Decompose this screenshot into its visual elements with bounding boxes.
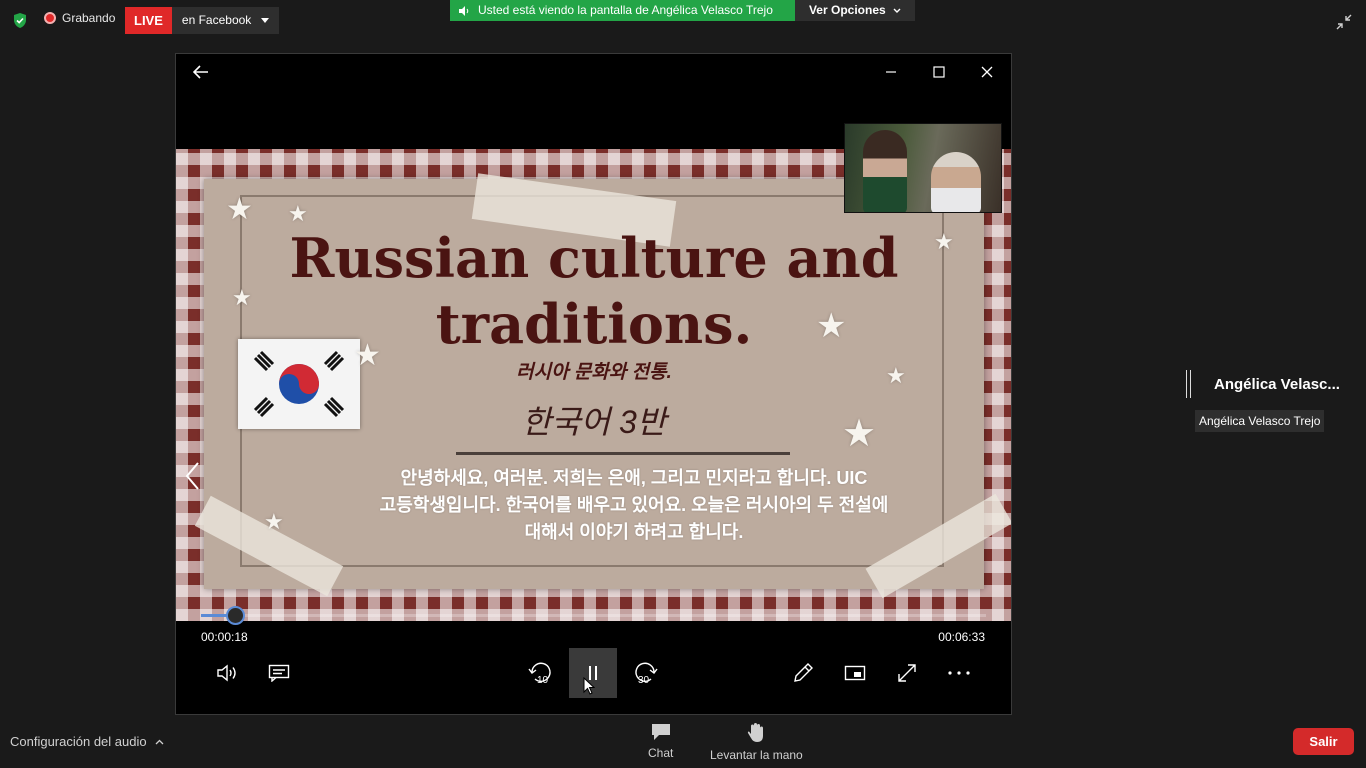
star-decoration: ★ <box>288 201 308 226</box>
slide-body-line2: 고등학생입니다. 한국어를 배우고 있어요. 오늘은 러시아의 두 전설에 <box>379 495 889 515</box>
chat-icon <box>651 724 670 740</box>
speaker-name: Angélica Velasc... <box>1214 376 1340 393</box>
mini-player-icon <box>844 665 866 681</box>
shield-icon[interactable] <box>12 12 28 29</box>
back-arrow-icon <box>193 65 208 79</box>
slide-body-line3: 대해서 이야기 하려고 합니다. <box>524 522 744 542</box>
chevron-up-icon <box>155 739 164 744</box>
previous-slide-icon[interactable] <box>184 461 200 491</box>
draw-button[interactable] <box>779 648 827 698</box>
share-message-text: Usted está viendo la pantalla de Angélic… <box>478 3 773 17</box>
star-decoration: ★ <box>354 339 381 372</box>
chat-label: Chat <box>648 746 674 760</box>
star-decoration: ★ <box>842 413 877 455</box>
live-stream-indicator[interactable]: LIVE en Facebook <box>125 7 280 34</box>
more-options-button[interactable] <box>935 648 983 698</box>
star-decoration: ★ <box>816 307 847 345</box>
slide-body: 안녕하세요, 여러분. 저희는 은애, 그리고 민지라고 합니다. UIC 고등… <box>354 465 914 546</box>
maximize-icon <box>933 66 945 78</box>
live-badge: LIVE <box>125 7 172 34</box>
close-button[interactable] <box>972 62 1002 82</box>
rewind-10-label: 10 <box>537 675 549 686</box>
star-decoration: ★ <box>264 509 284 534</box>
seek-bar[interactable] <box>201 606 986 625</box>
view-options-button[interactable]: Ver Opciones <box>795 0 915 21</box>
slide-title-line1: Russian culture and <box>289 226 899 290</box>
recording-icon <box>44 12 56 24</box>
minimize-button[interactable] <box>876 62 906 82</box>
live-destination[interactable]: en Facebook <box>171 7 280 34</box>
screen-share-banner: Usted está viendo la pantalla de Angélic… <box>450 0 915 21</box>
mini-player-button[interactable] <box>831 648 879 698</box>
audio-settings-label: Configuración del audio <box>10 734 147 749</box>
forward-30-icon: 30 <box>635 662 658 686</box>
slide-divider <box>456 452 790 455</box>
remaining-time: 00:06:33 <box>938 630 985 644</box>
back-button[interactable] <box>186 62 216 82</box>
star-decoration: ★ <box>226 193 253 226</box>
pen-icon <box>794 663 813 682</box>
live-destination-label: en Facebook <box>181 13 252 27</box>
seek-bar-thumb[interactable] <box>226 606 246 625</box>
meeting-top-bar: Grabando LIVE en Facebook Usted está vie… <box>0 0 1366 42</box>
slide-panel: Russian culture and traditions. 러시아 문화와 … <box>194 173 1011 599</box>
video-frame[interactable]: Russian culture and traditions. 러시아 문화와 … <box>176 149 1011 621</box>
view-options-label: Ver Opciones <box>808 3 886 17</box>
participant-video <box>931 152 981 212</box>
speaker-tooltip: Angélica Velasco Trejo <box>1195 410 1325 432</box>
microphone-icon <box>459 5 469 16</box>
webcam-overlay <box>844 123 1002 213</box>
fullscreen-icon <box>898 664 916 682</box>
hand-icon <box>748 723 764 742</box>
volume-icon <box>217 664 236 682</box>
close-icon <box>981 66 993 78</box>
volume-button[interactable] <box>203 648 251 698</box>
star-decoration: ★ <box>886 363 906 388</box>
raise-hand-button[interactable]: Levantar la mano <box>710 722 803 762</box>
slide-title: Russian culture and traditions. <box>204 225 984 357</box>
share-message: Usted está viendo la pantalla de Angélic… <box>450 0 795 21</box>
recording-label: Grabando <box>62 11 116 25</box>
leave-button[interactable]: Salir <box>1293 728 1354 755</box>
raise-hand-label: Levantar la mano <box>710 748 803 762</box>
fullscreen-button[interactable] <box>883 648 931 698</box>
audio-level-bar <box>1186 370 1191 398</box>
elapsed-time: 00:00:18 <box>201 630 248 644</box>
forward-30-button[interactable]: 30 <box>621 648 669 698</box>
participant-video <box>863 130 907 212</box>
audio-settings-button[interactable]: Configuración del audio <box>10 734 164 749</box>
caret-down-icon <box>261 17 270 23</box>
subtitles-icon <box>268 664 290 682</box>
exit-fullscreen-icon[interactable] <box>1336 14 1352 30</box>
shared-video-player: Russian culture and traditions. 러시아 문화와 … <box>175 53 1012 715</box>
slide-body-line1: 안녕하세요, 여러분. 저희는 은애, 그리고 민지라고 합니다. UIC <box>400 468 868 488</box>
chevron-down-icon <box>893 8 901 13</box>
recording-indicator[interactable]: Grabando <box>44 11 115 25</box>
subtitles-button[interactable] <box>255 648 303 698</box>
minimize-icon <box>886 71 896 73</box>
mouse-cursor-icon <box>583 677 595 695</box>
rewind-10-button[interactable]: 10 <box>517 648 565 698</box>
star-decoration: ★ <box>934 229 954 254</box>
maximize-button[interactable] <box>924 62 954 82</box>
more-icon <box>948 671 970 675</box>
korean-flag-image <box>238 339 360 429</box>
forward-30-label: 30 <box>638 675 650 686</box>
chat-button[interactable]: Chat <box>648 722 673 760</box>
rewind-10-icon: 10 <box>528 662 551 686</box>
star-decoration: ★ <box>232 285 252 310</box>
